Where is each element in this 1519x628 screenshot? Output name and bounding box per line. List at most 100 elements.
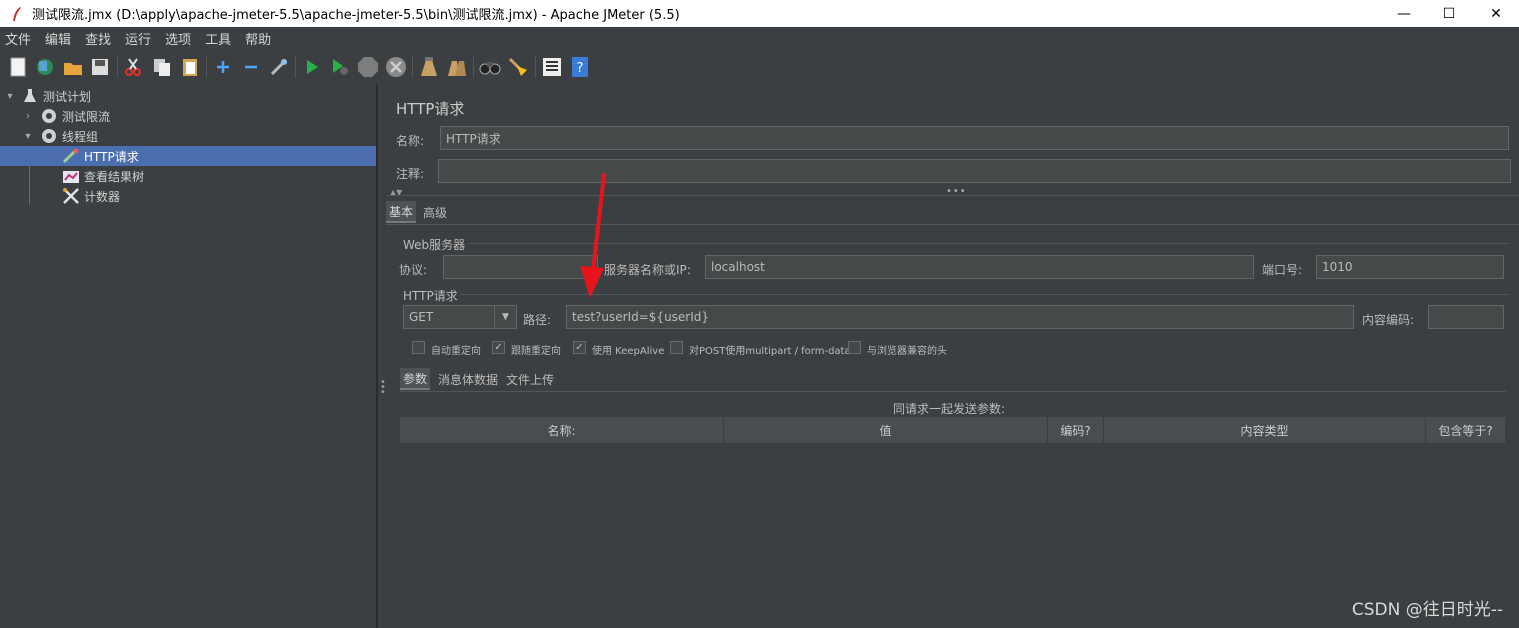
resize-handle-icon[interactable]: •••: [946, 186, 967, 197]
expand-all-icon[interactable]: [212, 56, 234, 78]
collapse-all-icon[interactable]: [240, 56, 262, 78]
tab-basic[interactable]: 基本: [386, 201, 417, 223]
tab-advanced[interactable]: 高级: [420, 201, 450, 223]
watermark: CSDN @往日时光--: [1351, 600, 1503, 620]
chart-icon: [63, 171, 79, 183]
start-no-pauses-icon[interactable]: [329, 56, 351, 78]
tab-underline: [400, 391, 1506, 392]
open-icon[interactable]: [62, 56, 84, 78]
chevron-down-icon[interactable]: ▼: [494, 306, 516, 328]
column-name[interactable]: 名称:: [400, 417, 724, 443]
toolbar-separator: [206, 56, 207, 78]
tab-file-upload[interactable]: 文件上传: [503, 368, 557, 390]
menu-tools[interactable]: 工具: [205, 29, 231, 48]
server-input[interactable]: localhost: [705, 255, 1254, 279]
menu-file[interactable]: 文件: [5, 29, 31, 48]
split-pane-divider[interactable]: • • •: [377, 84, 386, 628]
toolbar-separator: [117, 56, 118, 78]
params-caption: 同请求一起发送参数:: [893, 402, 1006, 416]
tree-guide-line: [29, 147, 30, 205]
tree-item-counter[interactable]: 计数器: [0, 186, 377, 206]
browser-headers-checkbox[interactable]: [848, 341, 861, 354]
search-binoculars-icon[interactable]: [479, 56, 501, 78]
jmeter-feather-icon: [13, 6, 21, 21]
title-bar: 测试限流.jmx (D:\apply\apache-jmeter-5.5\apa…: [0, 0, 1519, 27]
menu-run[interactable]: 运行: [125, 29, 151, 48]
reset-search-icon[interactable]: [507, 56, 529, 78]
column-include-equals[interactable]: 包含等于?: [1426, 417, 1506, 443]
column-encode[interactable]: 编码?: [1048, 417, 1104, 443]
cut-icon[interactable]: [122, 56, 144, 78]
keepalive-checkbox[interactable]: ✓: [573, 341, 586, 354]
tab-parameters[interactable]: 参数: [400, 368, 431, 390]
tools-icon: [63, 188, 79, 204]
tree-item-label: 计数器: [84, 189, 121, 204]
tree-item-thread-group[interactable]: ▾ 线程组: [0, 126, 377, 146]
toolbar-separator: [535, 56, 536, 78]
toolbar: ?: [0, 50, 1519, 84]
new-icon[interactable]: [7, 56, 29, 78]
toolbar-separator: [412, 56, 413, 78]
chevron-right-icon[interactable]: ›: [18, 111, 38, 122]
encoding-input[interactable]: [1428, 305, 1504, 329]
toolbar-separator: [295, 56, 296, 78]
browser-headers-label: 与浏览器兼容的头: [867, 346, 947, 357]
encoding-label: 内容编码:: [1362, 313, 1415, 327]
tab-underline: [386, 224, 1519, 225]
column-content-type[interactable]: 内容类型: [1104, 417, 1426, 443]
menu-edit[interactable]: 编辑: [45, 29, 71, 48]
menu-search[interactable]: 查找: [85, 29, 111, 48]
tree-item-http-request[interactable]: HTTP请求: [0, 146, 376, 166]
templates-icon[interactable]: [34, 56, 56, 78]
svg-text:?: ?: [577, 61, 584, 76]
shutdown-icon[interactable]: [385, 56, 407, 78]
function-helper-icon[interactable]: [541, 56, 563, 78]
save-icon[interactable]: [89, 56, 111, 78]
start-icon[interactable]: [301, 56, 323, 78]
port-input[interactable]: 1010: [1316, 255, 1504, 279]
clear-icon[interactable]: [418, 56, 440, 78]
web-server-group-label: Web服务器: [403, 238, 466, 252]
menu-help[interactable]: 帮助: [245, 29, 271, 48]
column-value[interactable]: 值: [724, 417, 1048, 443]
minimize-button[interactable]: —: [1381, 0, 1427, 27]
tree-item-test-plan[interactable]: ▾ 测试计划: [0, 86, 377, 106]
chevron-down-icon[interactable]: ▾: [18, 131, 38, 142]
panel-title: HTTP请求: [396, 100, 465, 118]
gear-icon: [42, 129, 56, 143]
menu-options[interactable]: 选项: [165, 29, 191, 48]
follow-redirect-checkbox[interactable]: ✓: [492, 341, 505, 354]
follow-redirect-label: 跟随重定向: [511, 346, 561, 357]
help-icon[interactable]: ?: [569, 56, 591, 78]
chevron-down-icon[interactable]: ▾: [0, 91, 20, 102]
copy-icon[interactable]: [151, 56, 173, 78]
path-input[interactable]: test?userId=${userId}: [566, 305, 1354, 329]
close-button[interactable]: ✕: [1473, 0, 1519, 27]
multipart-checkbox[interactable]: [670, 341, 683, 354]
name-label: 名称:: [396, 134, 425, 148]
clear-all-icon[interactable]: [446, 56, 468, 78]
path-label: 路径:: [523, 313, 552, 327]
http-request-group-label: HTTP请求: [403, 289, 458, 303]
http-request-panel: HTTP请求 名称: HTTP请求 注释: ▲▼ ••• 基本 高级 Web服务…: [386, 84, 1519, 628]
toolbar-separator: [473, 56, 474, 78]
toggle-icon[interactable]: [268, 56, 290, 78]
method-select[interactable]: GET ▼: [403, 305, 517, 329]
annotation-arrow: [580, 173, 606, 298]
group-border: [468, 243, 1509, 244]
name-input[interactable]: HTTP请求: [440, 126, 1509, 150]
tree-item-label: HTTP请求: [84, 149, 139, 164]
tree-item-results-tree[interactable]: 查看结果树: [0, 166, 377, 186]
stop-icon[interactable]: [357, 56, 379, 78]
tab-body-data[interactable]: 消息体数据: [435, 368, 501, 390]
menu-bar: 文件 编辑 查找 运行 选项 工具 帮助: [0, 27, 1519, 50]
maximize-button[interactable]: ☐: [1426, 0, 1472, 27]
gear-icon: [42, 109, 56, 123]
paste-icon[interactable]: [179, 56, 201, 78]
test-plan-tree: ▾ 测试计划 › 测试限流 ▾ 线程组 HTTP请求 查看结果树 计数器: [0, 84, 377, 628]
port-label: 端口号:: [1262, 263, 1303, 277]
window-title: 测试限流.jmx (D:\apply\apache-jmeter-5.5\apa…: [32, 8, 680, 23]
auto-redirect-checkbox[interactable]: [412, 341, 425, 354]
tree-item-label: 测试计划: [43, 89, 92, 104]
tree-item-rate-limit[interactable]: › 测试限流: [0, 106, 377, 126]
